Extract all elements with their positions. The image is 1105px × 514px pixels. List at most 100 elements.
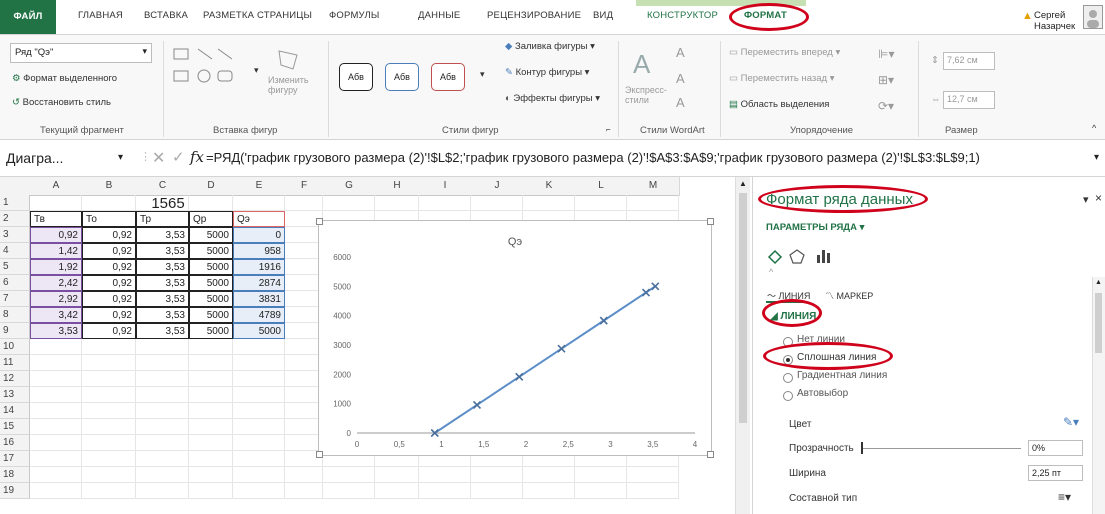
grid-cell[interactable] — [233, 355, 285, 371]
avatar[interactable] — [1083, 5, 1103, 29]
grid-cell[interactable] — [189, 403, 233, 419]
table-header-cell[interactable]: Qэ — [233, 211, 285, 227]
table-cell[interactable]: 1916 — [233, 259, 285, 275]
table-cell[interactable]: 3,53 — [136, 227, 189, 243]
table-cell[interactable]: 958 — [233, 243, 285, 259]
dialog-launcher-icon[interactable]: ⌐ — [606, 125, 611, 134]
grid-cell[interactable] — [30, 355, 82, 371]
row-header[interactable]: 18 — [0, 467, 30, 483]
transparency-field[interactable]: 0% — [1028, 440, 1083, 456]
grid-cell[interactable] — [627, 195, 679, 211]
shape-fill-button[interactable]: ◆ Заливка фигуры ▾ — [505, 41, 595, 52]
row-header[interactable]: 2 — [0, 211, 30, 227]
grid-cell[interactable] — [30, 451, 82, 467]
grid-cell[interactable] — [575, 483, 627, 499]
data-point[interactable] — [599, 316, 608, 325]
row-header[interactable]: 13 — [0, 387, 30, 403]
table-cell[interactable]: 3,53 — [136, 307, 189, 323]
table-cell[interactable]: 3,42 — [30, 307, 82, 323]
tab-data[interactable]: ДАННЫЕ — [418, 10, 460, 21]
column-header[interactable]: J — [471, 177, 524, 196]
grid-cell[interactable] — [82, 403, 136, 419]
row-header[interactable]: 9 — [0, 323, 30, 339]
text-outline-icon[interactable]: A — [676, 71, 685, 86]
row-header[interactable]: 12 — [0, 371, 30, 387]
resize-handle[interactable] — [707, 218, 714, 225]
grid-cell[interactable] — [627, 483, 679, 499]
table-cell[interactable]: 5000 — [189, 275, 233, 291]
rotate-icon[interactable]: ⟳▾ — [878, 99, 894, 113]
table-header-cell[interactable]: Qр — [189, 211, 233, 227]
row-header[interactable]: 6 — [0, 275, 30, 291]
table-cell[interactable]: 5000 — [189, 259, 233, 275]
grid-cell[interactable] — [471, 483, 523, 499]
collapse-ribbon-icon[interactable]: ^ — [1092, 123, 1096, 133]
pane-scroll-up-icon[interactable]: ▲ — [1095, 279, 1102, 286]
grid-cell[interactable] — [30, 467, 82, 483]
table-cell[interactable]: 4789 — [233, 307, 285, 323]
grid-cell[interactable] — [82, 419, 136, 435]
formula-input[interactable]: =РЯД('график грузового размера (2)'!$L$2… — [206, 146, 1096, 170]
column-header[interactable]: F — [285, 177, 324, 196]
grid-cell[interactable] — [233, 419, 285, 435]
row-header[interactable]: 3 — [0, 227, 30, 243]
pane-scrollbar[interactable]: ▲ — [1092, 277, 1105, 514]
grid-cell[interactable] — [375, 467, 419, 483]
table-cell[interactable]: 1,42 — [30, 243, 82, 259]
text-fill-icon[interactable]: A — [676, 45, 685, 60]
row-header[interactable]: 15 — [0, 419, 30, 435]
vertical-scrollbar[interactable]: ▲ — [735, 177, 750, 514]
table-cell[interactable]: 3831 — [233, 291, 285, 307]
column-header[interactable]: L — [575, 177, 628, 196]
table-cell[interactable]: 3,53 — [136, 323, 189, 339]
table-cell[interactable]: 2,42 — [30, 275, 82, 291]
grid-cell[interactable] — [136, 483, 189, 499]
table-cell[interactable]: 5000 — [189, 243, 233, 259]
grid-cell[interactable] — [82, 483, 136, 499]
tab-file[interactable]: ФАЙЛ — [0, 0, 56, 34]
tab-insert[interactable]: ВСТАВКА — [144, 10, 188, 21]
grid-cell[interactable] — [189, 435, 233, 451]
grid-cell[interactable] — [136, 419, 189, 435]
name-box-dropdown-icon[interactable]: ▾ — [118, 152, 123, 163]
grid-cell[interactable] — [575, 195, 627, 211]
column-header[interactable]: A — [30, 177, 83, 196]
format-selection-button[interactable]: ⚙ Формат выделенного — [12, 73, 117, 84]
grid-cell[interactable] — [419, 467, 471, 483]
line-width-field[interactable]: 2,25 пт — [1028, 465, 1083, 481]
shapes-gallery-icon[interactable] — [172, 47, 252, 97]
grid-cell[interactable] — [233, 467, 285, 483]
grid-cell[interactable] — [30, 403, 82, 419]
grid-cell[interactable] — [233, 371, 285, 387]
row-header[interactable]: 16 — [0, 435, 30, 451]
scroll-up-icon[interactable]: ▲ — [739, 179, 747, 188]
column-header[interactable]: C — [136, 177, 190, 196]
column-header[interactable]: H — [375, 177, 420, 196]
grid-cell[interactable] — [523, 483, 575, 499]
grid-cell[interactable] — [82, 355, 136, 371]
table-cell[interactable]: 5000 — [233, 323, 285, 339]
grid-cell[interactable] — [30, 339, 82, 355]
row-header[interactable]: 7 — [0, 291, 30, 307]
table-cell[interactable]: 1,92 — [30, 259, 82, 275]
row-header[interactable]: 10 — [0, 339, 30, 355]
resize-handle[interactable] — [316, 218, 323, 225]
grid-cell[interactable] — [285, 483, 323, 499]
grid-cell[interactable] — [189, 371, 233, 387]
align-icon[interactable]: ⊫▾ — [878, 47, 894, 61]
column-header[interactable]: B — [82, 177, 137, 196]
table-cell[interactable]: 2,92 — [30, 291, 82, 307]
grid-cell[interactable] — [233, 483, 285, 499]
row-header[interactable]: 11 — [0, 355, 30, 371]
enter-icon[interactable]: ✓ — [172, 148, 185, 166]
table-cell[interactable]: 0,92 — [82, 307, 136, 323]
resize-handle[interactable] — [316, 451, 323, 458]
tab-home[interactable]: ГЛАВНАЯ — [78, 10, 123, 21]
shapes-more-icon[interactable]: ▾ — [254, 65, 259, 76]
grid-cell[interactable] — [375, 483, 419, 499]
grid-cell[interactable] — [30, 435, 82, 451]
grid-cell[interactable] — [471, 467, 523, 483]
table-cell[interactable]: 5000 — [189, 227, 233, 243]
grid-cell[interactable] — [136, 339, 189, 355]
table-cell[interactable]: 3,53 — [136, 275, 189, 291]
